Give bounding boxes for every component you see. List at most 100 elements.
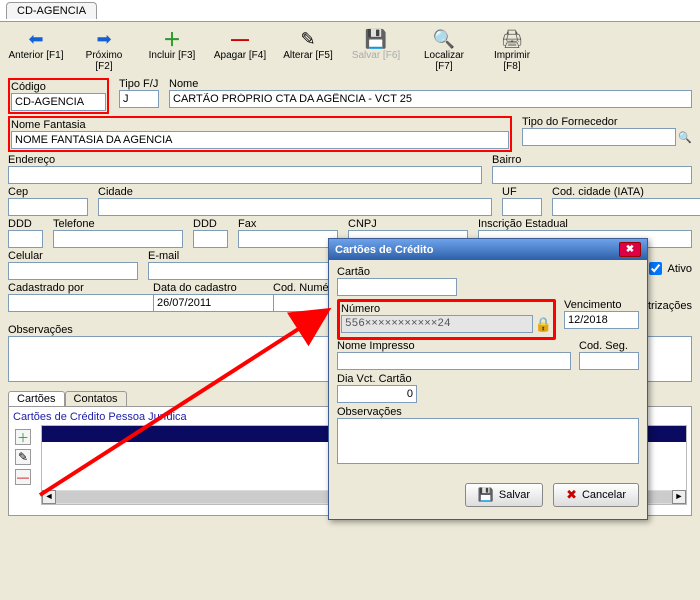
plus-icon: ＋	[161, 28, 183, 50]
bairro-label: Bairro	[492, 154, 692, 166]
bairro-input[interactable]	[492, 166, 692, 184]
add-button[interactable]: ＋ Incluir [F3]	[144, 28, 200, 61]
next-label: Próximo [F2]	[76, 50, 132, 72]
dlg-numero-input[interactable]	[341, 315, 533, 333]
print-label: Imprimir [F8]	[484, 50, 540, 72]
dlg-cartao-label: Cartão	[337, 266, 457, 278]
nome-label: Nome	[169, 78, 692, 90]
tab-cd-agencia[interactable]: CD-AGENCIA	[6, 2, 97, 19]
scroll-left-icon[interactable]: ◄	[42, 490, 56, 504]
dlg-cartao-input[interactable]	[337, 278, 457, 296]
delete-label: Apagar [F4]	[214, 50, 266, 61]
nome-input[interactable]	[169, 90, 692, 108]
printer-icon: 🖨	[501, 28, 523, 50]
tipofj-input[interactable]	[119, 90, 159, 108]
uf-input[interactable]	[502, 198, 542, 216]
ddd2-input[interactable]	[193, 230, 228, 248]
dlg-nomeimp-input[interactable]	[337, 352, 571, 370]
dlg-cancel-button[interactable]: ✖ Cancelar	[553, 483, 639, 507]
tab-cartoes[interactable]: Cartões	[8, 391, 65, 406]
dlg-obs-textarea[interactable]	[337, 418, 639, 464]
minus-icon: —	[229, 28, 251, 50]
dlg-numero-label: Número	[341, 303, 552, 315]
uf-label: UF	[502, 186, 542, 198]
nome-fantasia-label: Nome Fantasia	[11, 119, 509, 131]
nome-fantasia-input[interactable]	[11, 131, 509, 149]
grid-add-button[interactable]: ＋	[15, 429, 31, 445]
edit-button[interactable]: ✎ Alterar [F5]	[280, 28, 336, 61]
data-cadastro-label: Data do cadastro	[153, 282, 263, 294]
next-button[interactable]: ➡ Próximo [F2]	[76, 28, 132, 72]
cep-input[interactable]	[8, 198, 88, 216]
dlg-obs-label: Observações	[337, 406, 639, 418]
telefone-input[interactable]	[53, 230, 183, 248]
save-button: 💾 Salvar [F6]	[348, 28, 404, 61]
floppy-icon: 💾	[478, 487, 494, 503]
ddd-input[interactable]	[8, 230, 43, 248]
dlg-diavct-input[interactable]	[337, 385, 417, 403]
dlg-save-button[interactable]: 💾 Salvar	[465, 483, 543, 507]
arrow-right-icon: ➡	[93, 28, 115, 50]
find-button[interactable]: 🔍 Localizar [F7]	[416, 28, 472, 72]
codigo-input[interactable]	[11, 93, 106, 111]
dialog-title: Cartões de Crédito	[335, 244, 433, 256]
tipo-fornecedor-input[interactable]	[522, 128, 676, 146]
prev-label: Anterior [F1]	[8, 50, 63, 61]
cancel-icon: ✖	[566, 487, 577, 503]
cod-cidade-input[interactable]	[552, 198, 700, 216]
search-icon: 🔍	[433, 28, 455, 50]
scroll-right-icon[interactable]: ►	[672, 490, 686, 504]
prev-button[interactable]: ⬅ Anterior [F1]	[8, 28, 64, 61]
ativo-checkbox[interactable]	[649, 262, 662, 275]
cadastrado-por-label: Cadastrado por	[8, 282, 143, 294]
print-button[interactable]: 🖨 Imprimir [F8]	[484, 28, 540, 72]
fax-input[interactable]	[238, 230, 338, 248]
arrow-left-icon: ⬅	[25, 28, 47, 50]
dlg-nomeimp-label: Nome Impresso	[337, 340, 571, 352]
grid-edit-button[interactable]: ✎	[15, 449, 31, 465]
observacoes-label: Observações	[8, 324, 73, 336]
ddd-label: DDD	[8, 218, 43, 230]
tipo-fornecedor-label: Tipo do Fornecedor	[522, 116, 692, 128]
telefone-label: Telefone	[53, 218, 183, 230]
insc-estadual-label: Inscrição Estadual	[478, 218, 692, 230]
lock-icon[interactable]: 🔒	[535, 316, 552, 333]
dlg-codseg-input[interactable]	[579, 352, 639, 370]
pencil-icon: ✎	[297, 28, 319, 50]
cod-cidade-label: Cod. cidade (IATA)	[552, 186, 692, 198]
dlg-venc-input[interactable]	[564, 311, 639, 329]
dlg-save-label: Salvar	[499, 489, 530, 501]
codigo-highlight: Código	[8, 78, 109, 114]
endereco-label: Endereço	[8, 154, 482, 166]
grid-delete-button[interactable]: —	[15, 469, 31, 485]
dlg-venc-label: Vencimento	[564, 299, 639, 311]
ativo-label: Ativo	[668, 263, 692, 275]
numero-highlight: Número 🔒	[337, 299, 556, 340]
edit-label: Alterar [F5]	[283, 50, 332, 61]
dlg-cancel-label: Cancelar	[582, 489, 626, 501]
cidade-input[interactable]	[98, 198, 492, 216]
find-label: Localizar [F7]	[416, 50, 472, 72]
codigo-label: Código	[11, 81, 106, 93]
cidade-label: Cidade	[98, 186, 492, 198]
dlg-diavct-label: Dia Vct. Cartão	[337, 373, 417, 385]
window-tab-strip: CD-AGENCIA	[0, 0, 700, 22]
cadastrado-por-input[interactable]	[8, 294, 158, 312]
save-label: Salvar [F6]	[352, 50, 400, 61]
fax-label: Fax	[238, 218, 338, 230]
celular-input[interactable]	[8, 262, 138, 280]
search-icon[interactable]: 🔍	[678, 131, 692, 144]
floppy-icon: 💾	[365, 28, 387, 50]
delete-button[interactable]: — Apagar [F4]	[212, 28, 268, 61]
ddd2-label: DDD	[193, 218, 228, 230]
celular-label: Celular	[8, 250, 138, 262]
add-label: Incluir [F3]	[149, 50, 196, 61]
endereco-input[interactable]	[8, 166, 482, 184]
cep-label: Cep	[8, 186, 88, 198]
close-icon[interactable]: ✖	[619, 242, 641, 257]
tipofj-label: Tipo F/J	[119, 78, 159, 90]
nome-fantasia-highlight: Nome Fantasia	[8, 116, 512, 152]
credit-card-dialog: Cartões de Crédito ✖ Cartão Número 🔒 Ven…	[328, 238, 648, 520]
tab-contatos[interactable]: Contatos	[65, 391, 127, 406]
dlg-codseg-label: Cod. Seg.	[579, 340, 639, 352]
